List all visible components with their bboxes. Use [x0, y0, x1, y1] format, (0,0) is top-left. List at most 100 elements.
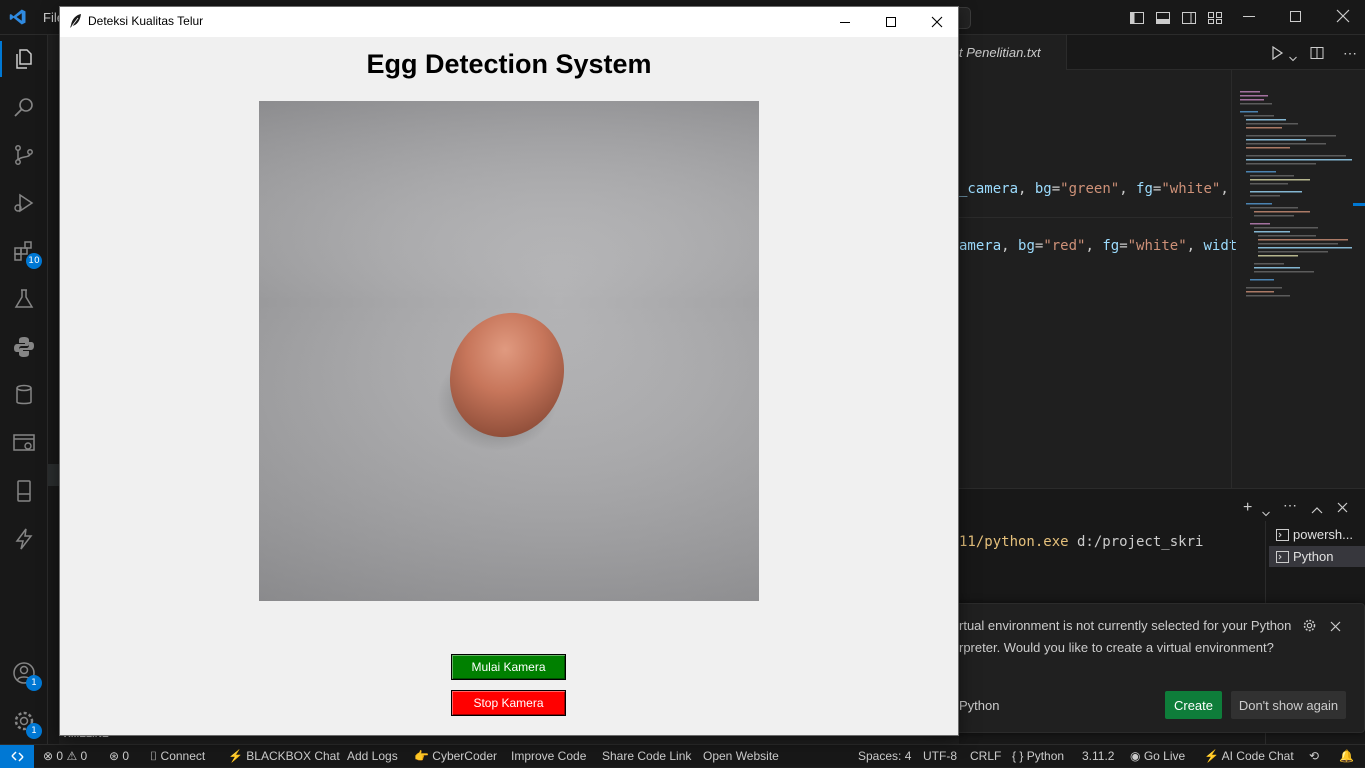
terminal-output-line: 11/python.exe d:/project_skri: [959, 534, 1204, 550]
camera-frame: [259, 101, 759, 601]
device-icon[interactable]: [10, 477, 38, 505]
notifications-bell-icon[interactable]: 🔔: [1339, 749, 1354, 763]
hand-icon: 👉: [414, 749, 429, 763]
split-editor-icon[interactable]: [1310, 46, 1324, 65]
terminal-icon: [1276, 551, 1289, 563]
lightning-icon[interactable]: [10, 525, 38, 553]
create-venv-button[interactable]: Create: [1165, 691, 1222, 719]
share-code-link-status[interactable]: Share Code Link: [602, 749, 691, 763]
accounts-icon[interactable]: 1: [10, 659, 42, 691]
close-icon: [931, 16, 943, 28]
encoding-status[interactable]: UTF-8: [923, 749, 957, 763]
terminal-tab-label: powersh...: [1293, 527, 1353, 542]
blackbox-bolt-icon: ⚡: [228, 749, 243, 763]
open-website-status[interactable]: Open Website: [703, 749, 779, 763]
radio-tower-icon: ⊛: [109, 749, 120, 763]
maximize-button[interactable]: [868, 7, 914, 37]
activity-bar: 10 1 1: [0, 35, 48, 744]
notification-settings-gear-icon[interactable]: [1302, 618, 1317, 636]
close-panel-icon[interactable]: [1337, 500, 1348, 518]
error-count: 0: [56, 749, 64, 763]
scrollbar-marker: [1353, 203, 1365, 206]
terminal-tab-powershell[interactable]: powersh...: [1269, 524, 1365, 545]
egg-detection-window: Deteksi Kualitas Telur Egg Detection Sys…: [59, 6, 959, 736]
status-bar: ⊗ 0 ⚠ 0 ⊛ 0 ⌷ Connect ⚡ BLACKBOX Chat Ad…: [0, 744, 1365, 768]
vscode-restore-icon[interactable]: [1290, 11, 1301, 22]
eol-status[interactable]: CRLF: [970, 749, 1001, 763]
window-titlebar[interactable]: Deteksi Kualitas Telur: [60, 7, 958, 37]
add-logs-status[interactable]: Add Logs: [347, 749, 398, 763]
terminal-tab-label: Python: [1293, 549, 1334, 564]
terminal-dropdown-chevron-icon[interactable]: [1262, 504, 1270, 522]
manage-gear-icon[interactable]: 1: [10, 707, 42, 739]
minimize-button[interactable]: [822, 7, 868, 37]
active-indicator: [0, 41, 2, 77]
editor-tab[interactable]: t Penelitian.txt: [959, 35, 1067, 70]
testing-icon[interactable]: [10, 285, 38, 313]
database-icon[interactable]: [10, 381, 38, 409]
notification-message-line2: rpreter. Would you like to create a virt…: [959, 640, 1274, 655]
dont-show-again-button[interactable]: Don't show again: [1231, 691, 1346, 719]
remote-explorer-icon[interactable]: [10, 429, 38, 457]
explorer-icon[interactable]: [10, 45, 38, 73]
start-camera-button[interactable]: Mulai Kamera: [451, 654, 566, 680]
manage-badge: 1: [26, 723, 42, 739]
search-icon[interactable]: [10, 93, 38, 121]
toggle-panel-icon[interactable]: [1155, 10, 1171, 31]
cybercoder-label: CyberCoder: [432, 749, 497, 763]
warning-count: 0: [80, 749, 88, 763]
language-status[interactable]: { } Python: [1012, 749, 1064, 763]
ai-code-chat-status[interactable]: ⚡ AI Code Chat: [1204, 749, 1294, 763]
braces-icon: { }: [1012, 749, 1024, 763]
notification-message-line1: rtual environment is not currently selec…: [959, 618, 1292, 633]
go-live-label: Go Live: [1143, 749, 1186, 763]
cybercoder-status[interactable]: 👉 CyberCoder: [414, 749, 497, 763]
venv-notification: rtual environment is not currently selec…: [930, 603, 1365, 733]
customize-layout-icon[interactable]: [1207, 10, 1223, 31]
run-debug-icon[interactable]: [10, 189, 38, 217]
python-icon[interactable]: [10, 333, 38, 361]
minimap[interactable]: [1232, 86, 1352, 486]
error-icon: ⊗: [43, 749, 54, 763]
current-line-highlight: [959, 217, 1233, 218]
terminal-tab-python[interactable]: Python: [1269, 546, 1365, 567]
run-dropdown-chevron-icon[interactable]: [1289, 49, 1297, 67]
code-line-1: _camera, bg="green", fg="white",: [959, 181, 1229, 197]
vscode-minimize-icon[interactable]: [1243, 16, 1255, 17]
terminal-icon: [1276, 529, 1289, 541]
toggle-primary-sidebar-icon[interactable]: [1129, 10, 1145, 31]
broadcast-icon: ◉: [1130, 749, 1141, 763]
connect-status[interactable]: ⌷ Connect: [150, 749, 205, 764]
toggle-secondary-sidebar-icon[interactable]: [1181, 10, 1197, 31]
run-python-icon[interactable]: [1270, 45, 1284, 65]
python-version-status[interactable]: 3.11.2: [1082, 749, 1114, 763]
terminal-more-icon[interactable]: ⋯: [1283, 497, 1297, 514]
close-button[interactable]: [914, 7, 960, 37]
language-label: Python: [1026, 749, 1065, 763]
extensions-icon[interactable]: 10: [10, 237, 42, 269]
indentation-status[interactable]: Spaces: 4: [858, 749, 911, 763]
source-control-icon[interactable]: [10, 141, 38, 169]
problems-status[interactable]: ⊗ 0 ⚠ 0: [43, 749, 87, 763]
sidebar-selection: [48, 464, 59, 486]
copilot-status-icon[interactable]: ⟲: [1309, 749, 1319, 763]
vscode-close-icon[interactable]: [1336, 9, 1350, 28]
stop-camera-button[interactable]: Stop Kamera: [451, 690, 566, 716]
remote-indicator[interactable]: [0, 745, 34, 768]
blackbox-chat-status[interactable]: ⚡ BLACKBOX Chat: [228, 749, 340, 763]
improve-code-status[interactable]: Improve Code: [511, 749, 586, 763]
maximize-panel-chevron-icon[interactable]: [1311, 501, 1323, 519]
editor-tab-label: t Penelitian.txt: [959, 45, 1041, 60]
tk-feather-icon: [69, 13, 83, 34]
ports-status[interactable]: ⊛ 0: [109, 749, 129, 763]
database-small-icon: ⌷: [150, 749, 158, 763]
new-terminal-icon[interactable]: +: [1243, 499, 1252, 517]
vscode-logo-icon: [9, 8, 27, 31]
minimize-icon: [840, 21, 850, 23]
ai-bolt-icon: ⚡: [1204, 749, 1219, 763]
more-actions-icon[interactable]: ⋯: [1343, 45, 1357, 62]
app-heading: Egg Detection System: [366, 49, 652, 79]
go-live-status[interactable]: ◉ Go Live: [1130, 749, 1185, 763]
ports-count: 0: [122, 749, 130, 763]
notification-close-icon[interactable]: [1330, 620, 1341, 635]
